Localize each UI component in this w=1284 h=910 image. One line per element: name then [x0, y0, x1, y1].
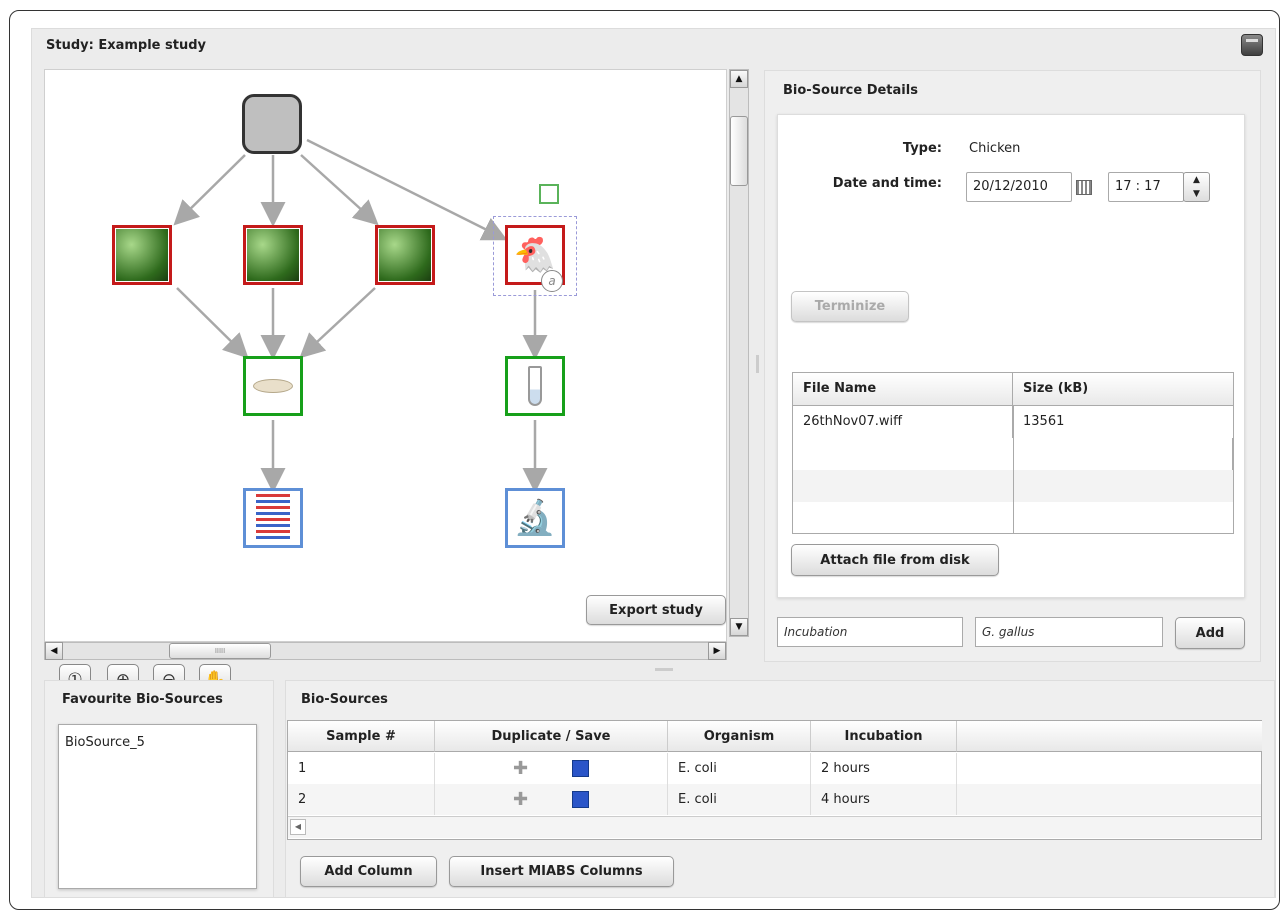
- scroll-left-icon[interactable]: ◀: [290, 819, 306, 835]
- biosources-title: Bio-Sources: [301, 692, 388, 707]
- annotation-icon[interactable]: a: [541, 270, 563, 292]
- scroll-left-icon[interactable]: ◀: [45, 642, 63, 660]
- duplicate-save-cell: ✚: [435, 753, 668, 784]
- terminize-button: Terminize: [791, 291, 909, 322]
- column-header-incubation[interactable]: Incubation: [811, 721, 957, 752]
- petri-dish-icon: [253, 379, 293, 393]
- horizontal-scroll-thumb[interactable]: IIIII: [169, 643, 271, 659]
- add-column-button[interactable]: Add Column: [300, 856, 437, 887]
- table-row[interactable]: 2 ✚ E. coli 4 hours: [288, 784, 1261, 815]
- canvas-horizontal-scrollbar[interactable]: ◀ IIIII ▶: [44, 642, 727, 660]
- calendar-icon[interactable]: [1076, 180, 1092, 195]
- edge: [306, 138, 508, 241]
- file-size-cell[interactable]: 13561: [1013, 406, 1233, 438]
- test-tube-icon: [528, 366, 542, 406]
- column-header-empty: [957, 721, 1262, 752]
- bacteria-icon: [247, 229, 299, 281]
- sample-node-petri-dish[interactable]: [243, 356, 303, 416]
- data-node-dna[interactable]: [243, 488, 303, 548]
- type-label: Type:: [902, 141, 942, 156]
- files-header-name[interactable]: File Name: [793, 373, 1013, 406]
- duplicate-save-cell: ✚: [435, 784, 668, 815]
- insert-miabs-columns-button[interactable]: Insert MIABS Columns: [449, 856, 674, 887]
- sample-node-tube[interactable]: [505, 356, 565, 416]
- list-item[interactable]: BioSource_5: [65, 735, 145, 750]
- study-title: Study: Example study: [46, 38, 207, 53]
- column-header-duplicate-save[interactable]: Duplicate / Save: [435, 721, 668, 752]
- table-horizontal-scrollbar[interactable]: ◀: [288, 816, 1261, 838]
- incubation-cell[interactable]: 4 hours: [811, 784, 957, 815]
- characteristic-name-input[interactable]: Incubation: [777, 617, 963, 647]
- edge: [300, 154, 379, 226]
- files-header-size[interactable]: Size (kB): [1013, 373, 1233, 406]
- attach-file-button[interactable]: Attach file from disk: [791, 544, 999, 576]
- bacteria-icon: [116, 229, 168, 281]
- chicken-icon: 🐔: [513, 235, 557, 275]
- date-input[interactable]: 20/12/2010: [966, 172, 1072, 202]
- sample-cell[interactable]: 1: [288, 753, 435, 784]
- table-row[interactable]: 1 ✚ E. coli 2 hours: [288, 753, 1261, 784]
- files-table: File Name Size (kB) 26thNov07.wiff 13561: [792, 372, 1234, 534]
- bacteria-icon: [379, 229, 431, 281]
- export-study-button[interactable]: Export study: [586, 595, 726, 625]
- graph-edges: [173, 138, 548, 493]
- edge: [173, 154, 246, 226]
- time-spinner[interactable]: ▲ ▼: [1183, 172, 1210, 202]
- characteristic-value-input[interactable]: G. gallus: [975, 617, 1163, 647]
- bio-source-node-bacteria-3[interactable]: [375, 225, 435, 285]
- vertical-splitter[interactable]: [756, 355, 759, 373]
- organism-cell[interactable]: E. coli: [668, 753, 811, 784]
- file-name-cell[interactable]: 26thNov07.wiff: [793, 406, 1013, 438]
- save-icon[interactable]: [572, 791, 590, 808]
- favourites-list[interactable]: BioSource_5: [58, 724, 257, 889]
- incubation-cell[interactable]: 2 hours: [811, 753, 957, 784]
- study-graph-canvas[interactable]: 🐔 a 🔬 ① ⊕ ⊖ ✋ Export study: [44, 69, 727, 696]
- canvas-vertical-scrollbar[interactable]: ▲ ▼: [729, 69, 749, 637]
- bio-source-node-bacteria-1[interactable]: [112, 225, 172, 285]
- duplicate-icon[interactable]: ✚: [513, 789, 528, 810]
- add-button[interactable]: Add: [1175, 617, 1245, 649]
- collapse-panel-button[interactable]: [1241, 34, 1263, 56]
- sample-cell[interactable]: 2: [288, 784, 435, 815]
- scroll-grip: IIIII: [214, 647, 226, 655]
- edge: [176, 287, 249, 359]
- biosources-table: Sample # Duplicate / Save Organism Incub…: [287, 720, 1262, 840]
- duplicate-icon[interactable]: ✚: [513, 758, 528, 779]
- dna-icon: [256, 494, 290, 542]
- datetime-label: Date and time:: [832, 176, 942, 191]
- column-divider: [1013, 406, 1014, 534]
- data-node-microscope[interactable]: 🔬: [505, 488, 565, 548]
- vertical-scroll-thumb[interactable]: [730, 116, 748, 186]
- bio-source-node-bacteria-2[interactable]: [243, 225, 303, 285]
- scroll-down-icon[interactable]: ▼: [730, 618, 748, 636]
- column-header-organism[interactable]: Organism: [668, 721, 811, 752]
- study-root-node[interactable]: [242, 94, 302, 154]
- type-value: Chicken: [969, 141, 1021, 156]
- horizontal-splitter[interactable]: [655, 668, 673, 671]
- details-title: Bio-Source Details: [783, 83, 918, 98]
- edge: [299, 287, 376, 359]
- save-icon[interactable]: [572, 760, 590, 777]
- microscope-icon: 🔬: [513, 498, 557, 538]
- organism-cell[interactable]: E. coli: [668, 784, 811, 815]
- scroll-up-icon[interactable]: ▲: [730, 70, 748, 88]
- column-header-sample[interactable]: Sample #: [288, 721, 435, 752]
- time-input[interactable]: 17 : 17: [1108, 172, 1184, 202]
- favourites-title: Favourite Bio-Sources: [62, 692, 223, 707]
- scroll-right-icon[interactable]: ▶: [708, 642, 726, 660]
- note-icon[interactable]: [539, 184, 559, 204]
